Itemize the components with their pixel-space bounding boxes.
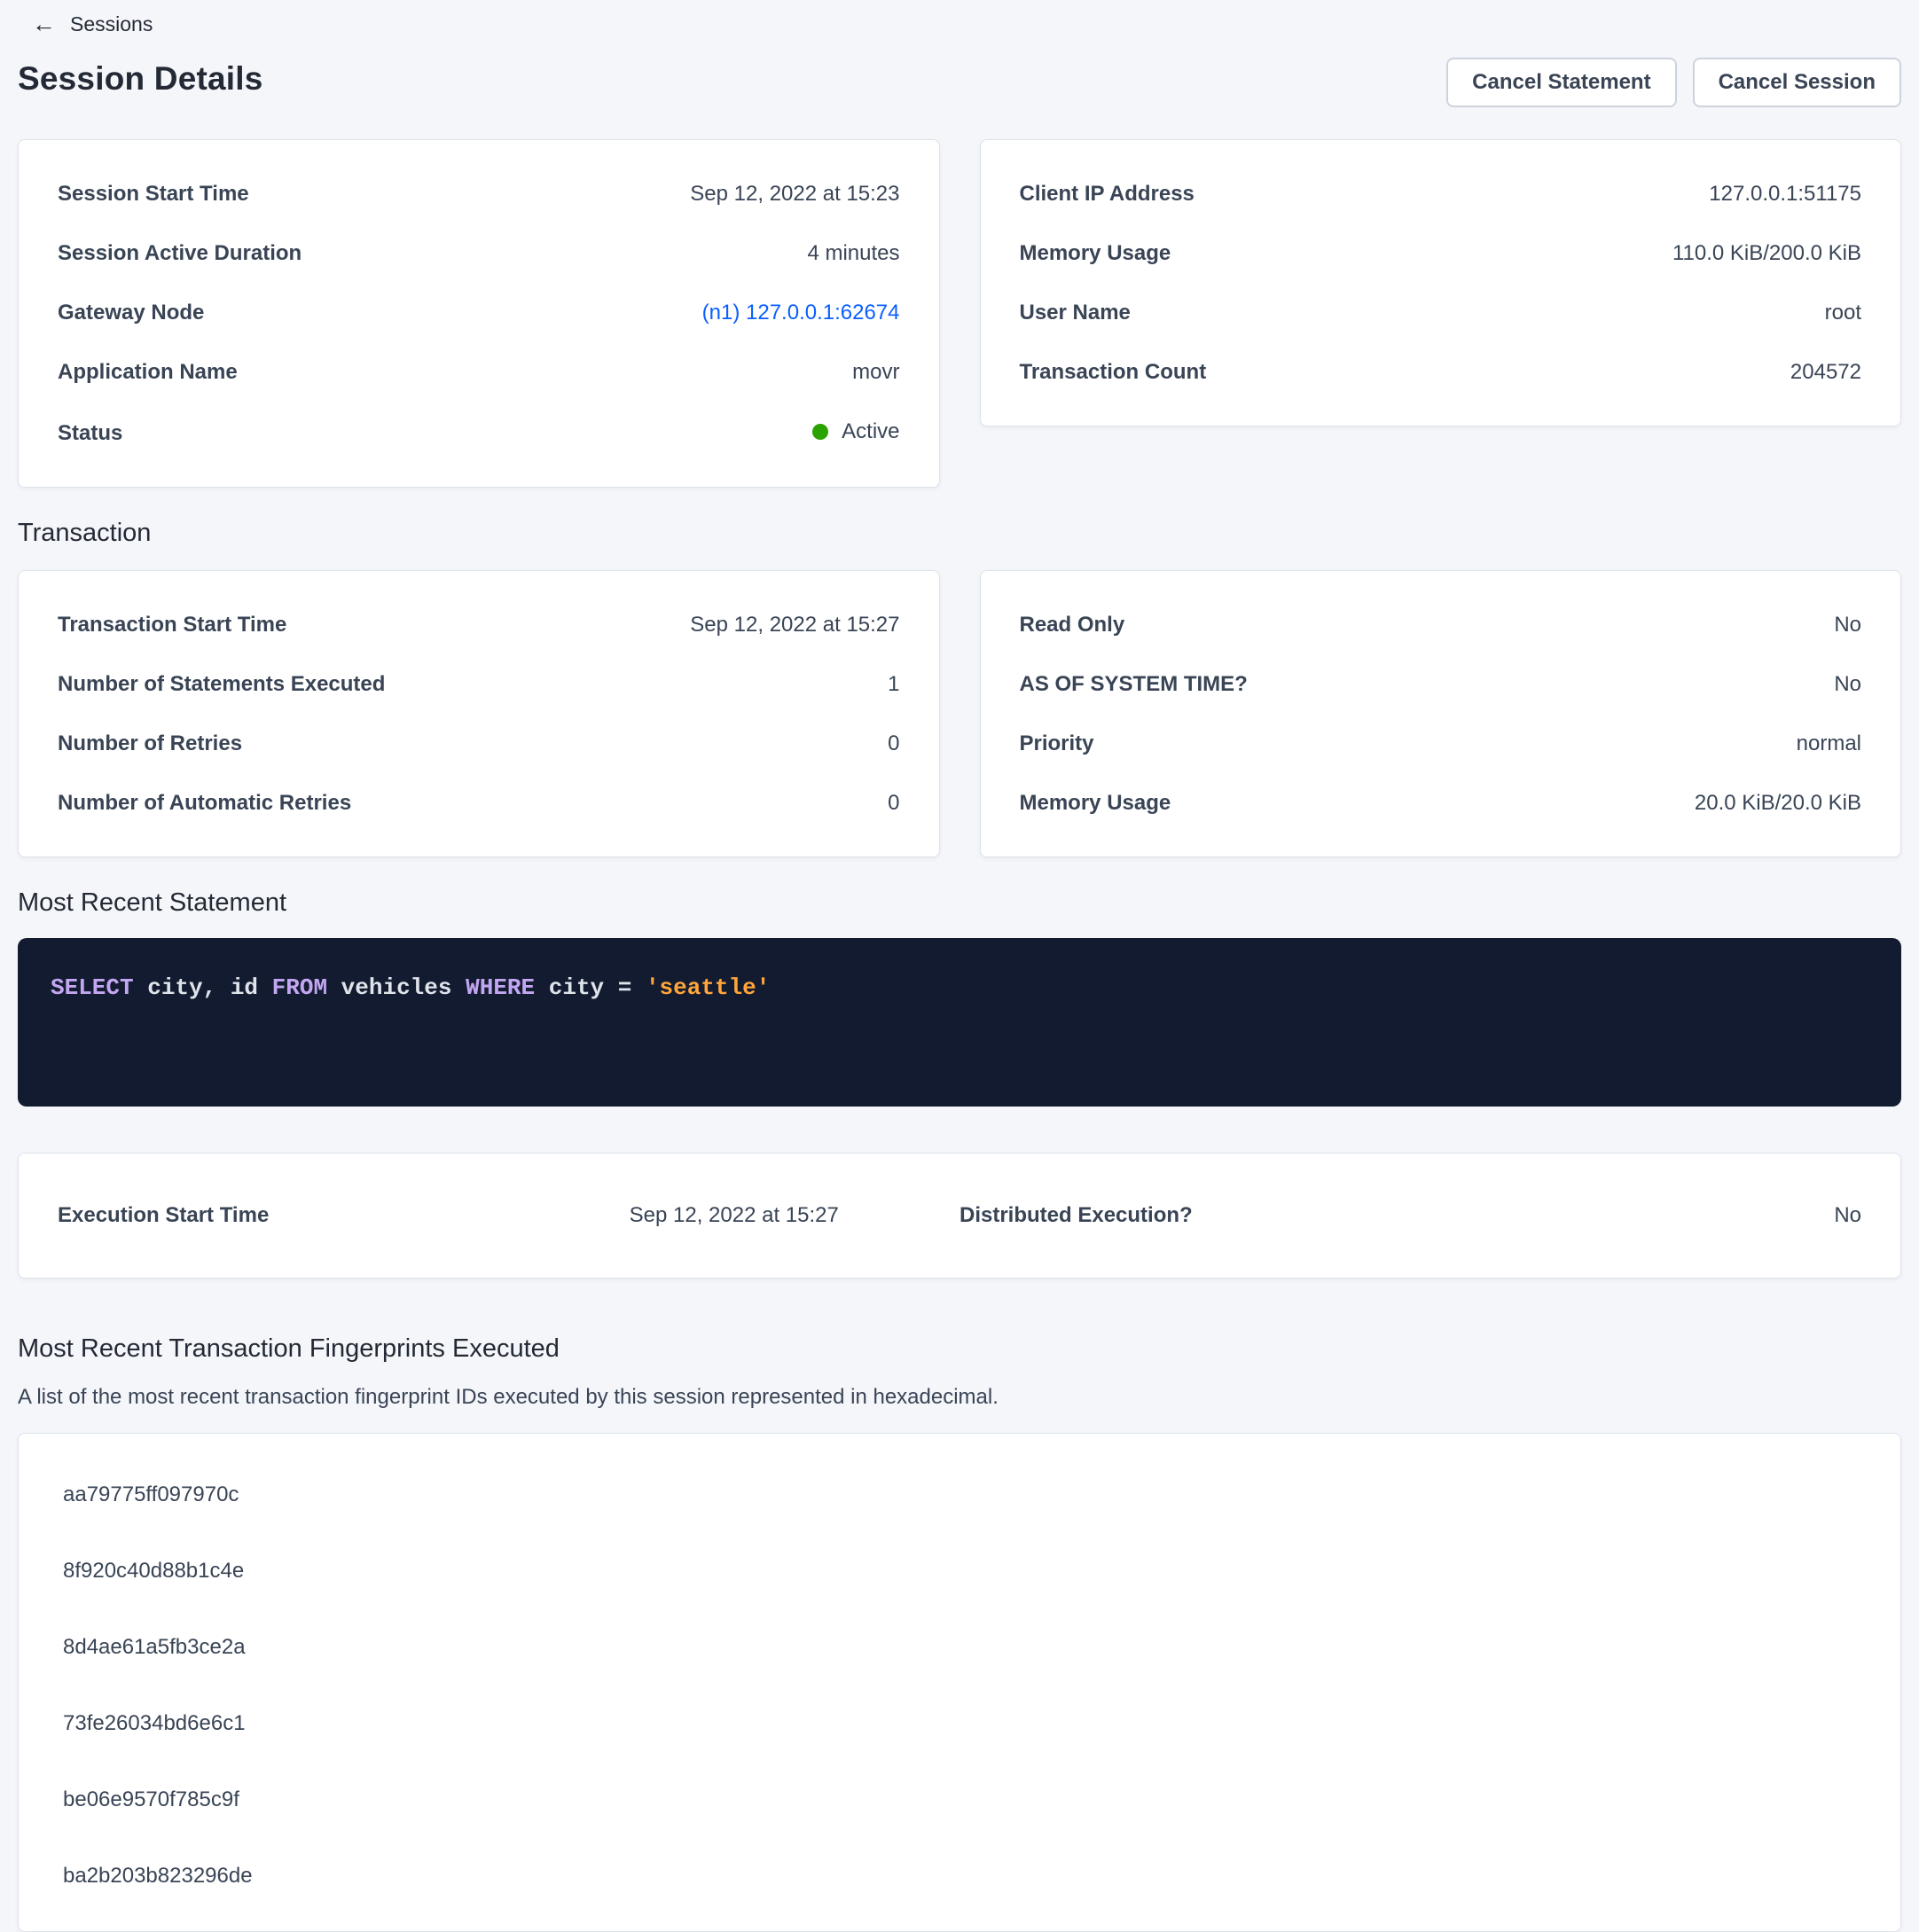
sql-keyword: SELECT <box>51 974 147 1001</box>
row-label: Transaction Start Time <box>58 612 313 637</box>
row-label: Memory Usage <box>1020 240 1198 266</box>
sql-keyword: WHERE <box>466 974 549 1001</box>
row-label: Number of Retries <box>58 731 269 756</box>
row-value: movr <box>852 359 899 385</box>
transaction-card-right: Read Only No AS OF SYSTEM TIME? No Prior… <box>980 570 1902 857</box>
read-only-row: Read Only No <box>1020 612 1862 637</box>
gateway-node-link[interactable]: (n1) 127.0.0.1:62674 <box>702 300 900 325</box>
row-value: No <box>1834 671 1861 697</box>
transaction-card-left: Transaction Start Time Sep 12, 2022 at 1… <box>18 570 940 857</box>
row-label: Application Name <box>58 359 264 385</box>
row-value: 0 <box>888 731 899 756</box>
row-label: Memory Usage <box>1020 790 1198 816</box>
status-active-dot-icon <box>812 424 828 440</box>
sql-identifier: city = <box>549 974 646 1001</box>
page-title: Session Details <box>18 56 263 102</box>
row-label: User Name <box>1020 300 1157 325</box>
row-label: Client IP Address <box>1020 181 1221 207</box>
fingerprint-item: be06e9570f785c9f <box>63 1787 1861 1812</box>
row-value: root <box>1825 300 1861 325</box>
as-of-system-time-row: AS OF SYSTEM TIME? No <box>1020 671 1862 697</box>
row-value: 204572 <box>1790 359 1861 385</box>
fingerprint-item: aa79775ff097970c <box>63 1482 1861 1507</box>
row-label: Number of Statements Executed <box>58 671 411 697</box>
sql-identifier: city, id <box>147 974 271 1001</box>
distributed-execution-value: No <box>1834 1203 1861 1228</box>
execution-start-time-label: Execution Start Time <box>58 1203 509 1228</box>
row-value: 0 <box>888 790 899 816</box>
sql-statement-box: SELECT city, id FROM vehicles WHERE city… <box>18 938 1901 1107</box>
row-value: No <box>1834 612 1861 637</box>
fingerprints-section-heading: Most Recent Transaction Fingerprints Exe… <box>18 1334 1901 1365</box>
row-value: 20.0 KiB/20.0 KiB <box>1695 790 1861 816</box>
row-label: Status <box>58 420 149 446</box>
row-label: Session Start Time <box>58 181 276 207</box>
execution-details-card: Execution Start Time Sep 12, 2022 at 15:… <box>18 1153 1901 1279</box>
fingerprint-item: 8f920c40d88b1c4e <box>63 1558 1861 1584</box>
row-value: 1 <box>888 671 899 697</box>
page-header: Session Details Cancel Statement Cancel … <box>18 56 1901 107</box>
back-arrow-icon: ← <box>32 12 56 36</box>
priority-row: Priority normal <box>1020 731 1862 756</box>
row-label: Priority <box>1020 731 1121 756</box>
session-start-time-row: Session Start Time Sep 12, 2022 at 15:23 <box>58 181 900 207</box>
sql-statement-code: SELECT city, id FROM vehicles WHERE city… <box>51 974 1866 1002</box>
sql-string-literal: 'seattle' <box>646 974 770 1001</box>
row-label: AS OF SYSTEM TIME? <box>1020 671 1274 697</box>
application-name-row: Application Name movr <box>58 359 900 385</box>
row-label: Gateway Node <box>58 300 231 325</box>
gateway-node-row: Gateway Node (n1) 127.0.0.1:62674 <box>58 300 900 325</box>
row-label: Session Active Duration <box>58 240 328 266</box>
fingerprints-list-card: aa79775ff097970c 8f920c40d88b1c4e 8d4ae6… <box>18 1433 1901 1932</box>
session-summary-card-right: Client IP Address 127.0.0.1:51175 Memory… <box>980 139 1902 426</box>
row-label: Transaction Count <box>1020 359 1234 385</box>
txn-memory-usage-row: Memory Usage 20.0 KiB/20.0 KiB <box>1020 790 1862 816</box>
fingerprint-item: 73fe26034bd6e6c1 <box>63 1710 1861 1736</box>
row-value: 4 minutes <box>807 240 899 266</box>
row-label: Read Only <box>1020 612 1152 637</box>
cancel-session-button[interactable]: Cancel Session <box>1693 58 1901 107</box>
cancel-statement-button[interactable]: Cancel Statement <box>1446 58 1676 107</box>
session-details-page: ← Sessions Session Details Cancel Statem… <box>0 0 1919 1932</box>
row-label: Number of Automatic Retries <box>58 790 378 816</box>
fingerprints-description: A list of the most recent transaction fi… <box>18 1384 1901 1410</box>
transaction-count-row: Transaction Count 204572 <box>1020 359 1862 385</box>
header-actions: Cancel Statement Cancel Session <box>1446 56 1901 107</box>
user-name-row: User Name root <box>1020 300 1862 325</box>
client-ip-row: Client IP Address 127.0.0.1:51175 <box>1020 181 1862 207</box>
transaction-start-time-row: Transaction Start Time Sep 12, 2022 at 1… <box>58 612 900 637</box>
execution-start-time-value: Sep 12, 2022 at 15:27 <box>630 1203 839 1228</box>
statements-executed-row: Number of Statements Executed 1 <box>58 671 900 697</box>
row-value: Sep 12, 2022 at 15:23 <box>690 181 899 207</box>
distributed-execution-label: Distributed Execution? <box>960 1203 1411 1228</box>
memory-usage-row: Memory Usage 110.0 KiB/200.0 KiB <box>1020 240 1862 266</box>
status-row: Status Active <box>58 418 900 446</box>
back-link-label: Sessions <box>70 12 153 36</box>
sql-keyword: FROM <box>272 974 341 1001</box>
automatic-retries-row: Number of Automatic Retries 0 <box>58 790 900 816</box>
sql-identifier: vehicles <box>341 974 466 1001</box>
most-recent-statement-heading: Most Recent Statement <box>18 888 1901 919</box>
transaction-section-heading: Transaction <box>18 518 1901 549</box>
fingerprint-item: ba2b203b823296de <box>63 1863 1861 1889</box>
status-badge: Active <box>812 418 899 444</box>
row-value: Sep 12, 2022 at 15:27 <box>690 612 899 637</box>
session-summary-card-left: Session Start Time Sep 12, 2022 at 15:23… <box>18 139 940 488</box>
row-value: 127.0.0.1:51175 <box>1709 181 1861 207</box>
session-active-duration-row: Session Active Duration 4 minutes <box>58 240 900 266</box>
retries-row: Number of Retries 0 <box>58 731 900 756</box>
fingerprint-item: 8d4ae61a5fb3ce2a <box>63 1634 1861 1660</box>
status-label: Active <box>842 418 899 444</box>
row-value: 110.0 KiB/200.0 KiB <box>1672 240 1861 266</box>
session-summary-cards: Session Start Time Sep 12, 2022 at 15:23… <box>18 139 1901 488</box>
transaction-cards: Transaction Start Time Sep 12, 2022 at 1… <box>18 570 1901 857</box>
row-value: normal <box>1797 731 1861 756</box>
back-to-sessions-link[interactable]: ← Sessions <box>32 12 153 36</box>
